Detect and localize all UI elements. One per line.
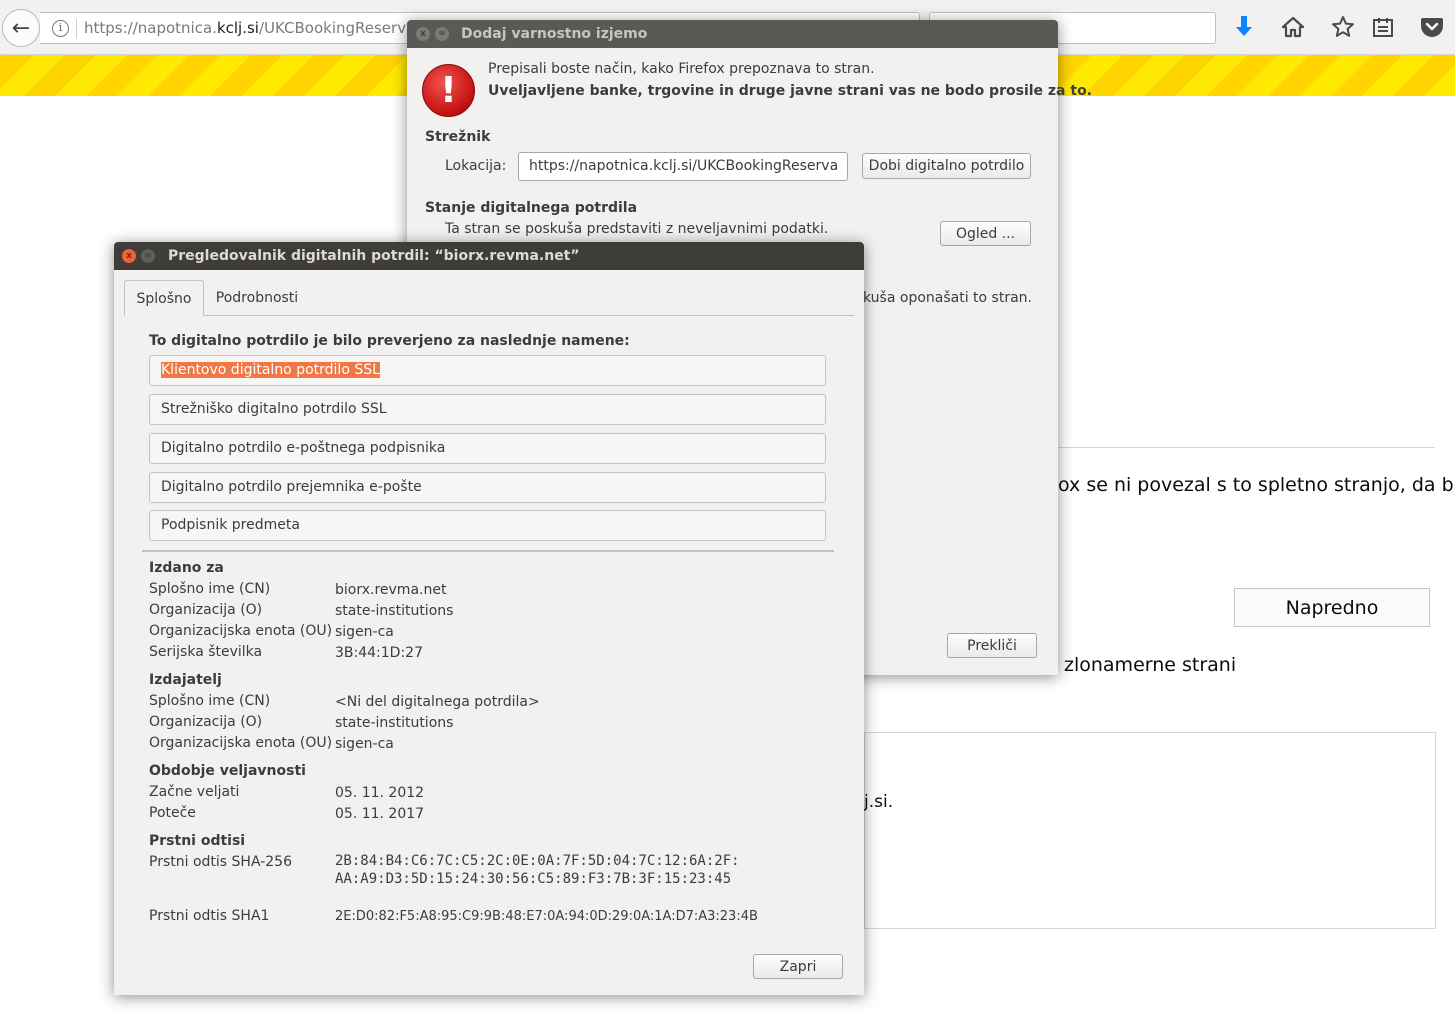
field-label: Začne veljati xyxy=(149,784,240,800)
field-value: <Ni del digitalnega potrdila> xyxy=(335,694,540,710)
error-description: ox se ni povezal s to spletno stranjo, d… xyxy=(1058,474,1455,496)
purpose-item: Digitalno potrdilo e-poštnega podpisnika xyxy=(149,433,826,464)
field-label: Organizacijska enota (OU) xyxy=(149,623,333,639)
purpose-item: Podpisnik predmeta xyxy=(149,510,826,541)
purpose-item: Klientovo digitalno potrdilo SSL xyxy=(149,355,826,386)
field-label: Serijska številka xyxy=(149,644,263,660)
cert-viewer-titlebar: x = Pregledovalnik digitalnih potrdil: “… xyxy=(114,242,864,270)
advanced-panel xyxy=(864,732,1436,929)
info-icon[interactable]: i xyxy=(52,20,69,37)
exception-dialog-title: Dodaj varnostno izjemo xyxy=(461,26,648,42)
field-value: 3B:44:1D:27 xyxy=(335,645,423,661)
url-path: /UKCBookingReservati xyxy=(258,19,426,37)
cancel-button[interactable]: Prekliči xyxy=(947,633,1037,658)
close-button[interactable]: Zapri xyxy=(753,954,843,979)
field-value: 05. 11. 2012 xyxy=(335,785,425,801)
field-label: Splošno ime (CN) xyxy=(149,693,271,709)
view-button[interactable]: Ogled ... xyxy=(940,221,1031,246)
impersonation-text: kuša oponašati to stran. xyxy=(863,290,1032,306)
verified-heading: To digitalno potrdilo je bilo preverjeno… xyxy=(149,333,630,349)
back-arrow-icon[interactable]: ← xyxy=(2,9,40,47)
warning-icon: ! xyxy=(422,64,475,117)
field-value: biorx.revma.net xyxy=(335,582,447,598)
url-prefix: https://napotnica. xyxy=(84,19,217,37)
advanced-button[interactable]: Napredno xyxy=(1234,588,1430,627)
warning-line-1: Prepisali boste način, kako Firefox prep… xyxy=(488,61,875,77)
home-icon[interactable] xyxy=(1279,13,1307,41)
advanced-panel-text: j.si. xyxy=(864,792,894,812)
bookmark-star-icon[interactable] xyxy=(1329,13,1357,41)
field-value: sigen-ca xyxy=(335,624,394,640)
sha256-label: Prstni odtis SHA-256 xyxy=(149,854,292,870)
cert-viewer-title: Pregledovalnik digitalnih potrdil: “bior… xyxy=(168,248,580,264)
cert-status-text: Ta stran se poskuša predstaviti z nevelj… xyxy=(445,221,829,237)
server-heading: Strežnik xyxy=(425,129,491,145)
certificate-viewer-dialog: x = Pregledovalnik digitalnih potrdil: “… xyxy=(114,242,864,995)
warning-line-2: Uveljavljene banke, trgovine in druge ja… xyxy=(488,83,1093,99)
field-value: state-institutions xyxy=(335,603,454,619)
pocket-icon[interactable] xyxy=(1418,13,1446,41)
field-label: Splošno ime (CN) xyxy=(149,581,271,597)
validity-heading: Obdobje veljavnosti xyxy=(149,763,306,779)
purpose-item: Digitalno potrdilo prejemnika e-pošte xyxy=(149,472,826,503)
reading-list-icon[interactable] xyxy=(1369,13,1397,41)
tab-details[interactable]: Podrobnosti xyxy=(204,280,310,316)
field-value: state-institutions xyxy=(335,715,454,731)
sha1-value: 2E:D0:82:F5:A8:95:C9:9B:48:E7:0A:94:0D:2… xyxy=(335,909,758,924)
issuer-heading: Izdajatelj xyxy=(149,672,222,688)
minimize-icon[interactable]: = xyxy=(141,249,155,263)
field-label: Organizacijska enota (OU) xyxy=(149,735,333,751)
field-label: Poteče xyxy=(149,805,196,821)
sha256-value-line-2: AA:A9:D3:5D:15:24:30:56:C5:89:F3:7B:3F:1… xyxy=(335,871,732,887)
field-label: Organizacija (O) xyxy=(149,714,263,730)
url-text: https://napotnica.kclj.si/UKCBookingRese… xyxy=(84,19,425,37)
section-divider xyxy=(142,550,834,552)
download-icon[interactable] xyxy=(1230,13,1258,41)
field-value: 05. 11. 2017 xyxy=(335,806,425,822)
tab-strip-line xyxy=(204,315,854,316)
purpose-item: Strežniško digitalno potrdilo SSL xyxy=(149,394,826,425)
location-label: Lokacija: xyxy=(445,158,507,174)
minimize-icon[interactable]: = xyxy=(435,27,449,41)
cert-status-heading: Stanje digitalnega potrdila xyxy=(425,200,638,216)
purpose-selected-text: Klientovo digitalno potrdilo SSL xyxy=(161,362,380,378)
tab-general[interactable]: Splošno xyxy=(124,280,204,316)
exception-dialog-titlebar: x = Dodaj varnostno izjemo xyxy=(407,20,1058,48)
page-divider xyxy=(1058,447,1435,448)
fingerprints-heading: Prstni odtisi xyxy=(149,833,246,849)
field-label: Organizacija (O) xyxy=(149,602,263,618)
error-detail-text: zlonamerne strani xyxy=(1064,654,1237,676)
url-domain: kclj.si xyxy=(216,19,259,37)
close-icon[interactable]: x xyxy=(416,27,430,41)
url-bar-separator xyxy=(76,19,77,39)
get-certificate-button[interactable]: Dobi digitalno potrdilo xyxy=(862,153,1031,179)
issued-to-heading: Izdano za xyxy=(149,560,224,576)
close-icon[interactable]: x xyxy=(122,249,136,263)
field-value: sigen-ca xyxy=(335,736,394,752)
sha256-value-line-1: 2B:84:B4:C6:7C:C5:2C:0E:0A:7F:5D:04:7C:1… xyxy=(335,853,740,869)
sha1-label: Prstni odtis SHA1 xyxy=(149,908,270,924)
location-input[interactable]: https://napotnica.kclj.si/UKCBookingRese… xyxy=(518,152,848,181)
